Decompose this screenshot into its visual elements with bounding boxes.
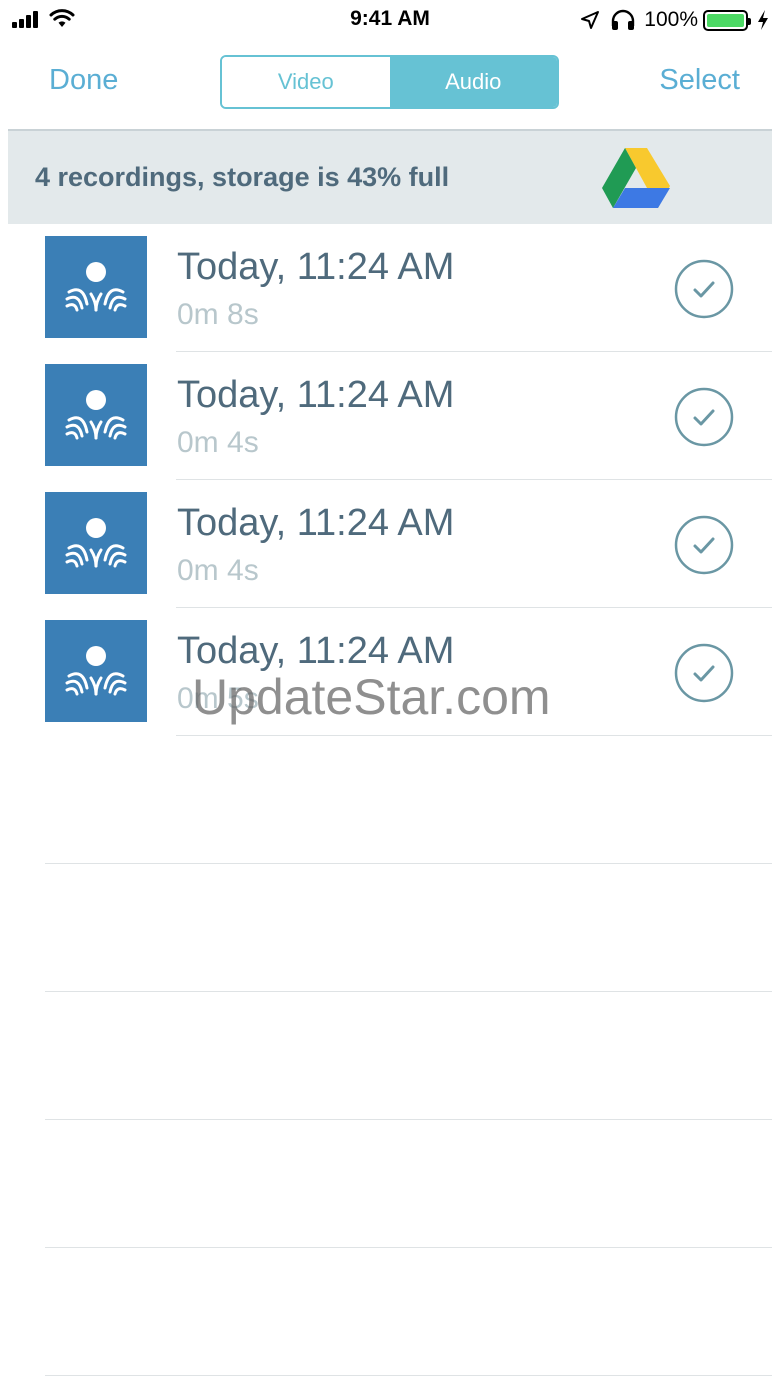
recording-row[interactable]: Today, 11:24 AM 0m 5s: [0, 608, 780, 736]
recording-thumbnail: [45, 364, 147, 466]
recordings-list: Today, 11:24 AM 0m 8s Today, 11:24 AM 0m…: [0, 224, 780, 1376]
recording-title: Today, 11:24 AM: [177, 374, 455, 416]
empty-list-row: [0, 1120, 780, 1248]
app-logo-icon: [65, 262, 127, 312]
location-arrow-icon: [581, 11, 600, 29]
recording-duration: 0m 5s: [177, 682, 259, 715]
segment-video[interactable]: Video: [222, 57, 390, 107]
recording-title: Today, 11:24 AM: [177, 502, 455, 544]
storage-banner: 4 recordings, storage is 43% full: [8, 129, 772, 224]
battery-percent: 100%: [644, 8, 698, 31]
battery-level: [707, 13, 744, 27]
recording-row[interactable]: Today, 11:24 AM 0m 8s: [0, 224, 780, 352]
empty-list-row: [0, 864, 780, 992]
status-bar: 9:41 AM 100%: [0, 0, 780, 40]
storage-status-text: 4 recordings, storage is 43% full: [35, 162, 450, 192]
battery-icon: [703, 9, 751, 31]
navigation-bar: Done Video Audio Select: [0, 40, 780, 128]
select-button[interactable]: Select: [659, 64, 740, 97]
google-drive-icon[interactable]: [602, 148, 670, 208]
recording-thumbnail: [45, 492, 147, 594]
app-logo-icon: [65, 390, 127, 440]
app-logo-icon: [65, 646, 127, 696]
recording-thumbnail: [45, 620, 147, 722]
checkmark-circle-icon[interactable]: [674, 259, 734, 319]
recording-duration: 0m 8s: [177, 298, 259, 331]
charging-bolt-icon: [758, 10, 768, 30]
recording-title: Today, 11:24 AM: [177, 630, 455, 672]
segment-audio[interactable]: Audio: [389, 57, 557, 107]
recording-row[interactable]: Today, 11:24 AM 0m 4s: [0, 352, 780, 480]
checkmark-circle-icon[interactable]: [674, 515, 734, 575]
checkmark-circle-icon[interactable]: [674, 387, 734, 447]
headphones-icon: [612, 9, 635, 30]
recording-thumbnail: [45, 236, 147, 338]
empty-list-row: [0, 1248, 780, 1376]
checkmark-circle-icon[interactable]: [674, 643, 734, 703]
recording-duration: 0m 4s: [177, 426, 259, 459]
media-type-segmented-control: Video Audio: [220, 55, 559, 109]
recording-title: Today, 11:24 AM: [177, 246, 455, 288]
status-right-group: 100%: [580, 7, 770, 33]
recording-duration: 0m 4s: [177, 554, 259, 587]
app-logo-icon: [65, 518, 127, 568]
recording-row[interactable]: Today, 11:24 AM 0m 4s: [0, 480, 780, 608]
row-divider: [45, 1375, 772, 1376]
done-button[interactable]: Done: [49, 64, 118, 97]
empty-list-row: [0, 992, 780, 1120]
empty-list-row: [0, 736, 780, 864]
